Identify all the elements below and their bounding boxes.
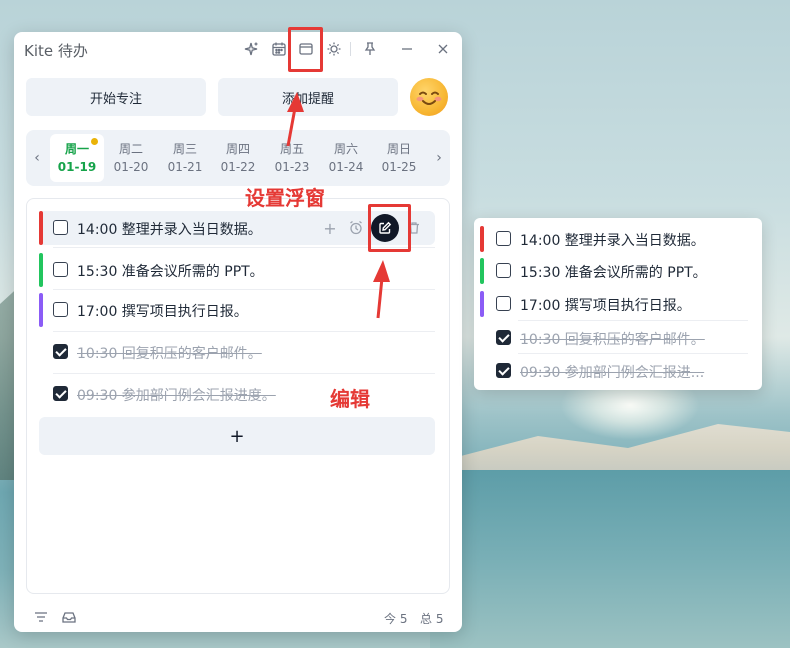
total-count: 总 5 [420,612,444,626]
float-task-item[interactable]: 17:00 撰写项目执行日报。 [480,287,756,319]
day-saturday[interactable]: 周六 01-24 [319,134,373,182]
arrow-up-icon [286,92,304,147]
priority-bar [480,258,484,284]
today-count: 今 5 [384,612,408,626]
mood-emoji-avatar[interactable] [410,78,448,116]
float-task-checkbox[interactable] [496,231,511,246]
day-tuesday[interactable]: 周二 01-20 [104,134,158,182]
task-item[interactable]: 09:30 参加部门例会汇报进度。 [39,377,435,411]
task-text: 09:30 参加部门例会汇报进度。 [77,388,276,404]
close-icon[interactable] [434,40,452,58]
float-task-text: 09:30 参加部门例会汇报进... [520,365,705,381]
day-monday[interactable]: 周一 01-19 [50,134,104,182]
priority-bar [480,291,484,317]
background-water [430,470,790,648]
reminder-dot [91,138,98,145]
titlebar-separator [350,42,351,56]
floating-window[interactable]: 14:00 整理并录入当日数据。 15:30 准备会议所需的 PPT。 17:0… [474,218,762,390]
edit-button-highlight [368,204,411,252]
float-task-item[interactable]: 15:30 准备会议所需的 PPT。 [480,254,756,286]
filter-icon[interactable] [32,608,50,626]
minimize-icon[interactable] [398,40,416,58]
calendar-icon[interactable] [270,40,288,58]
reminder-clock-icon[interactable] [343,215,369,241]
float-window-annotation: 设置浮窗 [245,186,325,210]
row-divider [53,331,435,332]
app-title: Kite 待办 [24,42,88,60]
prev-week-icon[interactable]: ‹ [30,148,44,168]
float-task-text: 10:30 回复积压的客户邮件。 [520,332,705,348]
next-week-icon[interactable]: › [432,148,446,168]
task-checkbox[interactable] [53,344,68,359]
day-wednesday[interactable]: 周三 01-21 [158,134,212,182]
add-task-button[interactable]: + [39,417,435,455]
main-window: Kite 待办 开始专注 添加提醒 ‹ 周一 01-19 周二 01-20 周三… [14,32,462,632]
float-task-text: 17:00 撰写项目执行日报。 [520,298,691,314]
task-text: 15:30 准备会议所需的 PPT。 [77,264,264,280]
task-text: 10:30 回复积压的客户邮件。 [77,346,262,362]
float-task-text: 14:00 整理并录入当日数据。 [520,233,705,249]
task-checkbox[interactable] [53,302,68,317]
priority-bar [39,211,43,245]
add-subtask-icon[interactable]: + [317,215,343,241]
task-checkbox[interactable] [53,386,68,401]
footer: 今 5 总 5 [14,602,462,632]
sparkle-icon[interactable] [242,40,260,58]
float-task-item[interactable]: 09:30 参加部门例会汇报进... [480,354,756,386]
priority-bar [39,253,43,287]
day-sunday[interactable]: 周日 01-25 [372,134,426,182]
start-focus-button[interactable]: 开始专注 [26,78,206,116]
edit-annotation: 编辑 [330,387,370,411]
inbox-icon[interactable] [60,608,78,626]
float-icon-highlight [288,27,323,72]
row-divider [53,373,435,374]
task-checkbox[interactable] [53,220,68,235]
task-text: 17:00 撰写项目执行日报。 [77,304,248,320]
add-reminder-button[interactable]: 添加提醒 [218,78,398,116]
arrow-up-icon [373,260,390,319]
day-thursday[interactable]: 周四 01-22 [211,134,265,182]
float-task-item[interactable]: 10:30 回复积压的客户邮件。 [480,321,756,353]
pin-icon[interactable] [361,40,379,58]
float-task-checkbox[interactable] [496,296,511,311]
task-item[interactable]: 10:30 回复积压的客户邮件。 [39,335,435,369]
task-text: 14:00 整理并录入当日数据。 [77,222,262,238]
week-selector: ‹ 周一 01-19 周二 01-20 周三 01-21 周四 01-22 周五… [26,130,450,186]
float-task-text: 15:30 准备会议所需的 PPT。 [520,265,707,281]
float-task-item[interactable]: 14:00 整理并录入当日数据。 [480,222,756,254]
task-checkbox[interactable] [53,262,68,277]
priority-bar [39,293,43,327]
float-task-checkbox[interactable] [496,263,511,278]
titlebar[interactable]: Kite 待办 [14,32,462,66]
theme-icon[interactable] [325,40,343,58]
float-task-checkbox[interactable] [496,363,511,378]
priority-bar [480,226,484,252]
float-task-checkbox[interactable] [496,330,511,345]
